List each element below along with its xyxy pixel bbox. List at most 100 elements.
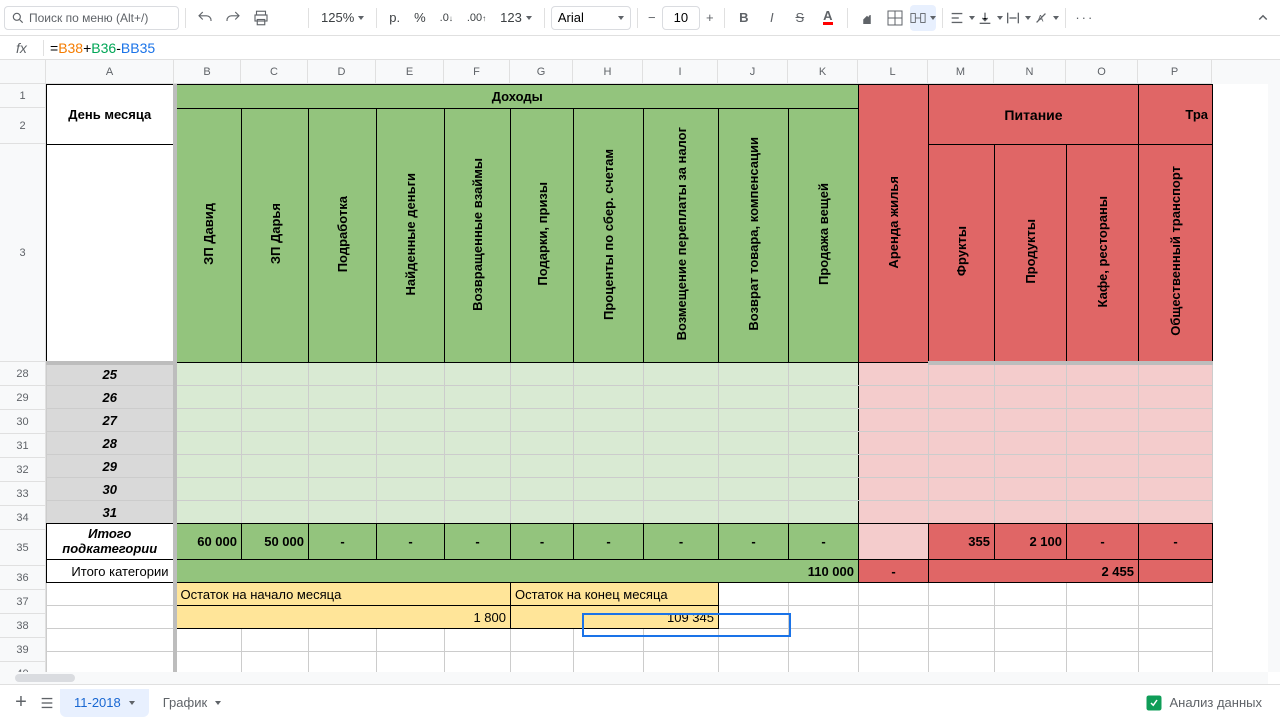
percent-button[interactable]: % bbox=[408, 10, 432, 25]
font-size-minus[interactable]: − bbox=[644, 5, 660, 31]
cell-H35[interactable]: - bbox=[574, 524, 644, 560]
cell-income-header[interactable]: Доходы bbox=[175, 85, 859, 109]
sheet-tab-1[interactable]: 11-2018 bbox=[60, 689, 149, 717]
row-header-36[interactable]: 36 bbox=[0, 566, 46, 590]
font-size-plus[interactable]: + bbox=[702, 5, 718, 31]
cell-P36[interactable] bbox=[1139, 560, 1213, 583]
grid-body[interactable]: День месяца Доходы Аренда жилья Питание … bbox=[46, 84, 1280, 684]
wrap-button[interactable] bbox=[1005, 5, 1031, 31]
undo-button[interactable] bbox=[192, 5, 218, 31]
sheet-tab-2[interactable]: График bbox=[149, 689, 235, 717]
cell-B35[interactable]: 60 000 bbox=[175, 524, 242, 560]
redo-button[interactable] bbox=[220, 5, 246, 31]
cell-A1[interactable]: День месяца bbox=[47, 85, 175, 145]
col-header-N[interactable]: N bbox=[994, 60, 1066, 84]
cell-A36[interactable]: Итого категории bbox=[47, 560, 175, 583]
row-header-32[interactable]: 32 bbox=[0, 458, 46, 482]
col-header-D[interactable]: D bbox=[308, 60, 376, 84]
col-header-O[interactable]: O bbox=[1066, 60, 1138, 84]
cell-A35[interactable]: Итого подкатегории bbox=[47, 524, 175, 560]
select-all-corner[interactable] bbox=[0, 60, 46, 84]
strike-button[interactable]: S bbox=[787, 5, 813, 31]
cell-N35[interactable]: 2 100 bbox=[995, 524, 1067, 560]
cell-J2[interactable]: Возврат товара, компенсации bbox=[719, 109, 789, 363]
row-header-1[interactable]: 1 bbox=[0, 84, 46, 108]
cell-F2[interactable]: Возвращенные взаймы bbox=[445, 109, 511, 363]
cell-L1[interactable]: Аренда жилья bbox=[859, 85, 929, 363]
cell-A30[interactable]: 27 bbox=[47, 409, 175, 432]
col-header-C[interactable]: C bbox=[241, 60, 308, 84]
col-header-J[interactable]: J bbox=[718, 60, 788, 84]
merge-cells-button[interactable] bbox=[910, 5, 936, 31]
cell-A28[interactable]: 25 bbox=[47, 363, 175, 386]
increase-decimal-button[interactable]: .00↑ bbox=[461, 12, 492, 24]
col-header-I[interactable]: I bbox=[643, 60, 718, 84]
cell-transport-header[interactable]: Тра bbox=[1139, 85, 1213, 145]
formula-input[interactable]: =B38+B36-BB35 bbox=[44, 40, 1280, 56]
col-header-B[interactable]: B bbox=[174, 60, 241, 84]
cell-A38[interactable] bbox=[47, 606, 175, 629]
cell-I2[interactable]: Возмещение переплаты за налог bbox=[644, 109, 719, 363]
more-button[interactable]: ··· bbox=[1072, 5, 1098, 31]
all-sheets-button[interactable] bbox=[34, 690, 60, 716]
col-header-H[interactable]: H bbox=[573, 60, 643, 84]
italic-button[interactable]: I bbox=[759, 5, 785, 31]
cell-H2[interactable]: Проценты по сбер. счетам bbox=[574, 109, 644, 363]
row-header-28[interactable]: 28 bbox=[0, 362, 46, 386]
col-header-F[interactable]: F bbox=[444, 60, 510, 84]
cell-G37[interactable]: Остаток на конец месяца bbox=[511, 583, 719, 606]
menu-search-input[interactable]: Поиск по меню (Alt+/) bbox=[4, 6, 179, 30]
cell-K2[interactable]: Продажа вещей bbox=[789, 109, 859, 363]
col-header-K[interactable]: K bbox=[788, 60, 858, 84]
spreadsheet-table[interactable]: День месяца Доходы Аренда жилья Питание … bbox=[46, 84, 1213, 675]
cell-N3[interactable]: Продукты bbox=[995, 145, 1067, 363]
bold-button[interactable]: B bbox=[731, 5, 757, 31]
cell-B36[interactable]: 110 000 bbox=[175, 560, 859, 583]
row-header-29[interactable]: 29 bbox=[0, 386, 46, 410]
cell-M3[interactable]: Фрукты bbox=[929, 145, 995, 363]
cell-A33[interactable]: 30 bbox=[47, 478, 175, 501]
add-sheet-button[interactable]: + bbox=[8, 690, 34, 716]
col-header-M[interactable]: M bbox=[928, 60, 994, 84]
paint-format-button[interactable] bbox=[276, 5, 302, 31]
collapse-toolbar-button[interactable] bbox=[1250, 5, 1276, 31]
col-header-G[interactable]: G bbox=[510, 60, 573, 84]
col-header-P[interactable]: P bbox=[1138, 60, 1212, 84]
cell-C35[interactable]: 50 000 bbox=[242, 524, 309, 560]
format-123-button[interactable]: 123 bbox=[494, 10, 538, 25]
cell-A29[interactable]: 26 bbox=[47, 386, 175, 409]
cell-C2[interactable]: ЗП Дарья bbox=[242, 109, 309, 363]
cell-L36[interactable]: - bbox=[859, 560, 929, 583]
scrollbar-vertical[interactable] bbox=[1268, 84, 1280, 672]
row-headers[interactable]: 1 2 3 28 29 30 31 32 33 34 35 36 37 38 3… bbox=[0, 84, 46, 684]
cell-M35[interactable]: 355 bbox=[929, 524, 995, 560]
cell-A31[interactable]: 28 bbox=[47, 432, 175, 455]
text-color-button[interactable]: A bbox=[815, 5, 841, 31]
zoom-select[interactable]: 125% bbox=[315, 10, 370, 25]
cell-P3[interactable]: Общественный транспорт bbox=[1139, 145, 1213, 363]
font-select[interactable]: Arial bbox=[551, 6, 631, 30]
font-size-input[interactable]: 10 bbox=[662, 6, 700, 30]
cell-D2[interactable]: Подработка bbox=[309, 109, 377, 363]
cell-E35[interactable]: - bbox=[377, 524, 445, 560]
cell-M36[interactable]: 2 455 bbox=[929, 560, 1139, 583]
row-header-30[interactable]: 30 bbox=[0, 410, 46, 434]
cell-B38[interactable]: 1 800 bbox=[175, 606, 511, 629]
borders-button[interactable] bbox=[882, 5, 908, 31]
row-header-39[interactable]: 39 bbox=[0, 638, 46, 662]
cell-D35[interactable]: - bbox=[309, 524, 377, 560]
row-header-35[interactable]: 35 bbox=[0, 530, 46, 566]
print-button[interactable] bbox=[248, 5, 274, 31]
cell-F35[interactable]: - bbox=[445, 524, 511, 560]
row-header-2[interactable]: 2 bbox=[0, 108, 46, 144]
fill-color-button[interactable] bbox=[854, 5, 880, 31]
cell-P35[interactable]: - bbox=[1139, 524, 1213, 560]
cell-L35[interactable] bbox=[859, 524, 929, 560]
v-align-button[interactable] bbox=[977, 5, 1003, 31]
cell-E2[interactable]: Найденные деньги bbox=[377, 109, 445, 363]
decrease-decimal-button[interactable]: .0↓ bbox=[434, 12, 459, 24]
col-header-A[interactable]: A bbox=[46, 60, 174, 84]
cell-A37[interactable] bbox=[47, 583, 175, 606]
cell-A3[interactable] bbox=[47, 145, 175, 363]
analyze-data-button[interactable]: Анализ данных bbox=[1135, 690, 1272, 716]
